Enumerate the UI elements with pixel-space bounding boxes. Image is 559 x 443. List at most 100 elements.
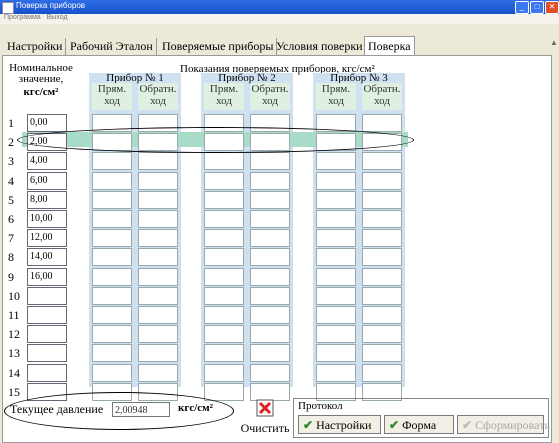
menu-item-program[interactable]: Программа (4, 14, 41, 21)
device-1-forward-cell[interactable] (92, 267, 132, 286)
device-3-reverse-cell[interactable] (362, 114, 402, 132)
protocol-settings-button[interactable]: ✔ Настройки (298, 415, 381, 434)
device-3-reverse-cell[interactable] (362, 171, 402, 190)
device-1-reverse-cell[interactable] (138, 286, 178, 305)
device-2-reverse-cell[interactable] (250, 363, 290, 382)
protocol-generate-button[interactable]: ✔ Сформировать (457, 415, 550, 434)
tab-verification[interactable]: Поверка (364, 36, 415, 56)
device-1-reverse-cell[interactable] (138, 363, 178, 382)
device-1-forward-cell[interactable] (92, 344, 132, 363)
close-button[interactable]: ✕ (545, 1, 559, 14)
nominal-value-cell[interactable]: 6,00 (27, 171, 67, 190)
device-3-reverse-cell[interactable] (362, 286, 402, 305)
device-2-reverse-cell[interactable] (250, 325, 290, 344)
device-3-forward-cell[interactable] (316, 344, 356, 363)
device-3-forward-cell[interactable] (316, 363, 356, 382)
nominal-value-cell[interactable]: 4,00 (27, 152, 67, 171)
device-2-forward-cell[interactable] (204, 210, 244, 228)
device-1-forward-cell[interactable] (92, 306, 132, 324)
device-1-forward-cell[interactable] (92, 229, 132, 248)
device-3-reverse-cell[interactable] (362, 325, 402, 344)
device-2-forward-cell[interactable] (204, 229, 244, 248)
device-2-forward-cell[interactable] (204, 152, 244, 171)
device-3-reverse-cell[interactable] (362, 210, 402, 228)
tab-reference[interactable]: Рабочий Эталон (67, 38, 157, 55)
device-2-reverse-cell[interactable] (250, 171, 290, 190)
device-2-reverse-cell[interactable] (250, 152, 290, 171)
nominal-value-cell[interactable]: 12,00 (27, 229, 67, 248)
device-2-forward-cell[interactable] (204, 306, 244, 324)
device-3-forward-cell[interactable] (316, 171, 356, 190)
device-2-reverse-cell[interactable] (250, 229, 290, 248)
nominal-value-cell[interactable] (27, 363, 67, 382)
nominal-value-cell[interactable]: 8,00 (27, 190, 67, 209)
device-1-reverse-cell[interactable] (138, 210, 178, 228)
nominal-value-cell[interactable]: 0,00 (27, 114, 67, 132)
device-1-reverse-cell[interactable] (138, 325, 178, 344)
nominal-value-cell[interactable]: 10,00 (27, 210, 67, 228)
device-1-forward-cell[interactable] (92, 286, 132, 305)
scroll-up-icon[interactable]: ▲ (550, 38, 558, 47)
protocol-form-button[interactable]: ✔ Форма (384, 415, 454, 434)
device-1-reverse-cell[interactable] (138, 229, 178, 248)
device-1-reverse-cell[interactable] (138, 190, 178, 209)
tab-settings[interactable]: Настройки (4, 38, 67, 55)
device-2-forward-cell[interactable] (204, 248, 244, 267)
nominal-value-cell[interactable]: 14,00 (27, 248, 67, 267)
device-1-reverse-cell[interactable] (138, 306, 178, 324)
nominal-value-cell[interactable] (27, 286, 67, 305)
device-2-forward-cell[interactable] (204, 171, 244, 190)
device-3-reverse-cell[interactable] (362, 344, 402, 363)
device-3-forward-cell[interactable] (316, 248, 356, 267)
device-2-forward-cell[interactable] (204, 286, 244, 305)
device-3-reverse-cell[interactable] (362, 306, 402, 324)
minimize-button[interactable]: _ (515, 1, 529, 14)
device-1-reverse-cell[interactable] (138, 171, 178, 190)
device-2-forward-cell[interactable] (204, 267, 244, 286)
device-1-forward-cell[interactable] (92, 152, 132, 171)
device-1-reverse-cell[interactable] (138, 248, 178, 267)
tab-conditions[interactable]: Условия поверки (273, 38, 367, 55)
device-1-forward-cell[interactable] (92, 248, 132, 267)
device-3-reverse-cell[interactable] (362, 363, 402, 382)
device-1-forward-cell[interactable] (92, 363, 132, 382)
clear-button[interactable]: Очистить (238, 398, 292, 440)
device-3-forward-cell[interactable] (316, 210, 356, 228)
device-2-forward-cell[interactable] (204, 363, 244, 382)
tab-devices[interactable]: Поверяемые приборы (159, 38, 278, 55)
device-3-forward-cell[interactable] (316, 190, 356, 209)
device-3-forward-cell[interactable] (316, 267, 356, 286)
device-1-forward-cell[interactable] (92, 325, 132, 344)
device-2-forward-cell[interactable] (204, 344, 244, 363)
device-2-reverse-cell[interactable] (250, 306, 290, 324)
device-3-reverse-cell[interactable] (362, 152, 402, 171)
device-1-reverse-cell[interactable] (138, 152, 178, 171)
device-3-forward-cell[interactable] (316, 306, 356, 324)
device-2-reverse-cell[interactable] (250, 190, 290, 209)
device-2-reverse-cell[interactable] (250, 344, 290, 363)
device-2-reverse-cell[interactable] (250, 248, 290, 267)
device-1-forward-cell[interactable] (92, 210, 132, 228)
device-3-forward-cell[interactable] (316, 325, 356, 344)
device-3-reverse-cell[interactable] (362, 248, 402, 267)
device-1-forward-cell[interactable] (92, 190, 132, 209)
nominal-value-cell[interactable]: 16,00 (27, 267, 67, 286)
device-2-forward-cell[interactable] (204, 325, 244, 344)
device-2-forward-cell[interactable] (204, 190, 244, 209)
device-3-forward-cell[interactable] (316, 229, 356, 248)
device-1-forward-cell[interactable] (92, 171, 132, 190)
nominal-value-cell[interactable] (27, 344, 67, 363)
device-1-reverse-cell[interactable] (138, 344, 178, 363)
device-3-forward-cell[interactable] (316, 152, 356, 171)
device-3-reverse-cell[interactable] (362, 190, 402, 209)
device-3-reverse-cell[interactable] (362, 229, 402, 248)
device-3-forward-cell[interactable] (316, 286, 356, 305)
nominal-value-cell[interactable] (27, 306, 67, 324)
device-1-reverse-cell[interactable] (138, 267, 178, 286)
nominal-value-cell[interactable] (27, 325, 67, 344)
device-3-reverse-cell[interactable] (362, 267, 402, 286)
device-2-reverse-cell[interactable] (250, 267, 290, 286)
device-2-reverse-cell[interactable] (250, 286, 290, 305)
device-2-reverse-cell[interactable] (250, 210, 290, 228)
maximize-button[interactable]: □ (530, 1, 544, 14)
